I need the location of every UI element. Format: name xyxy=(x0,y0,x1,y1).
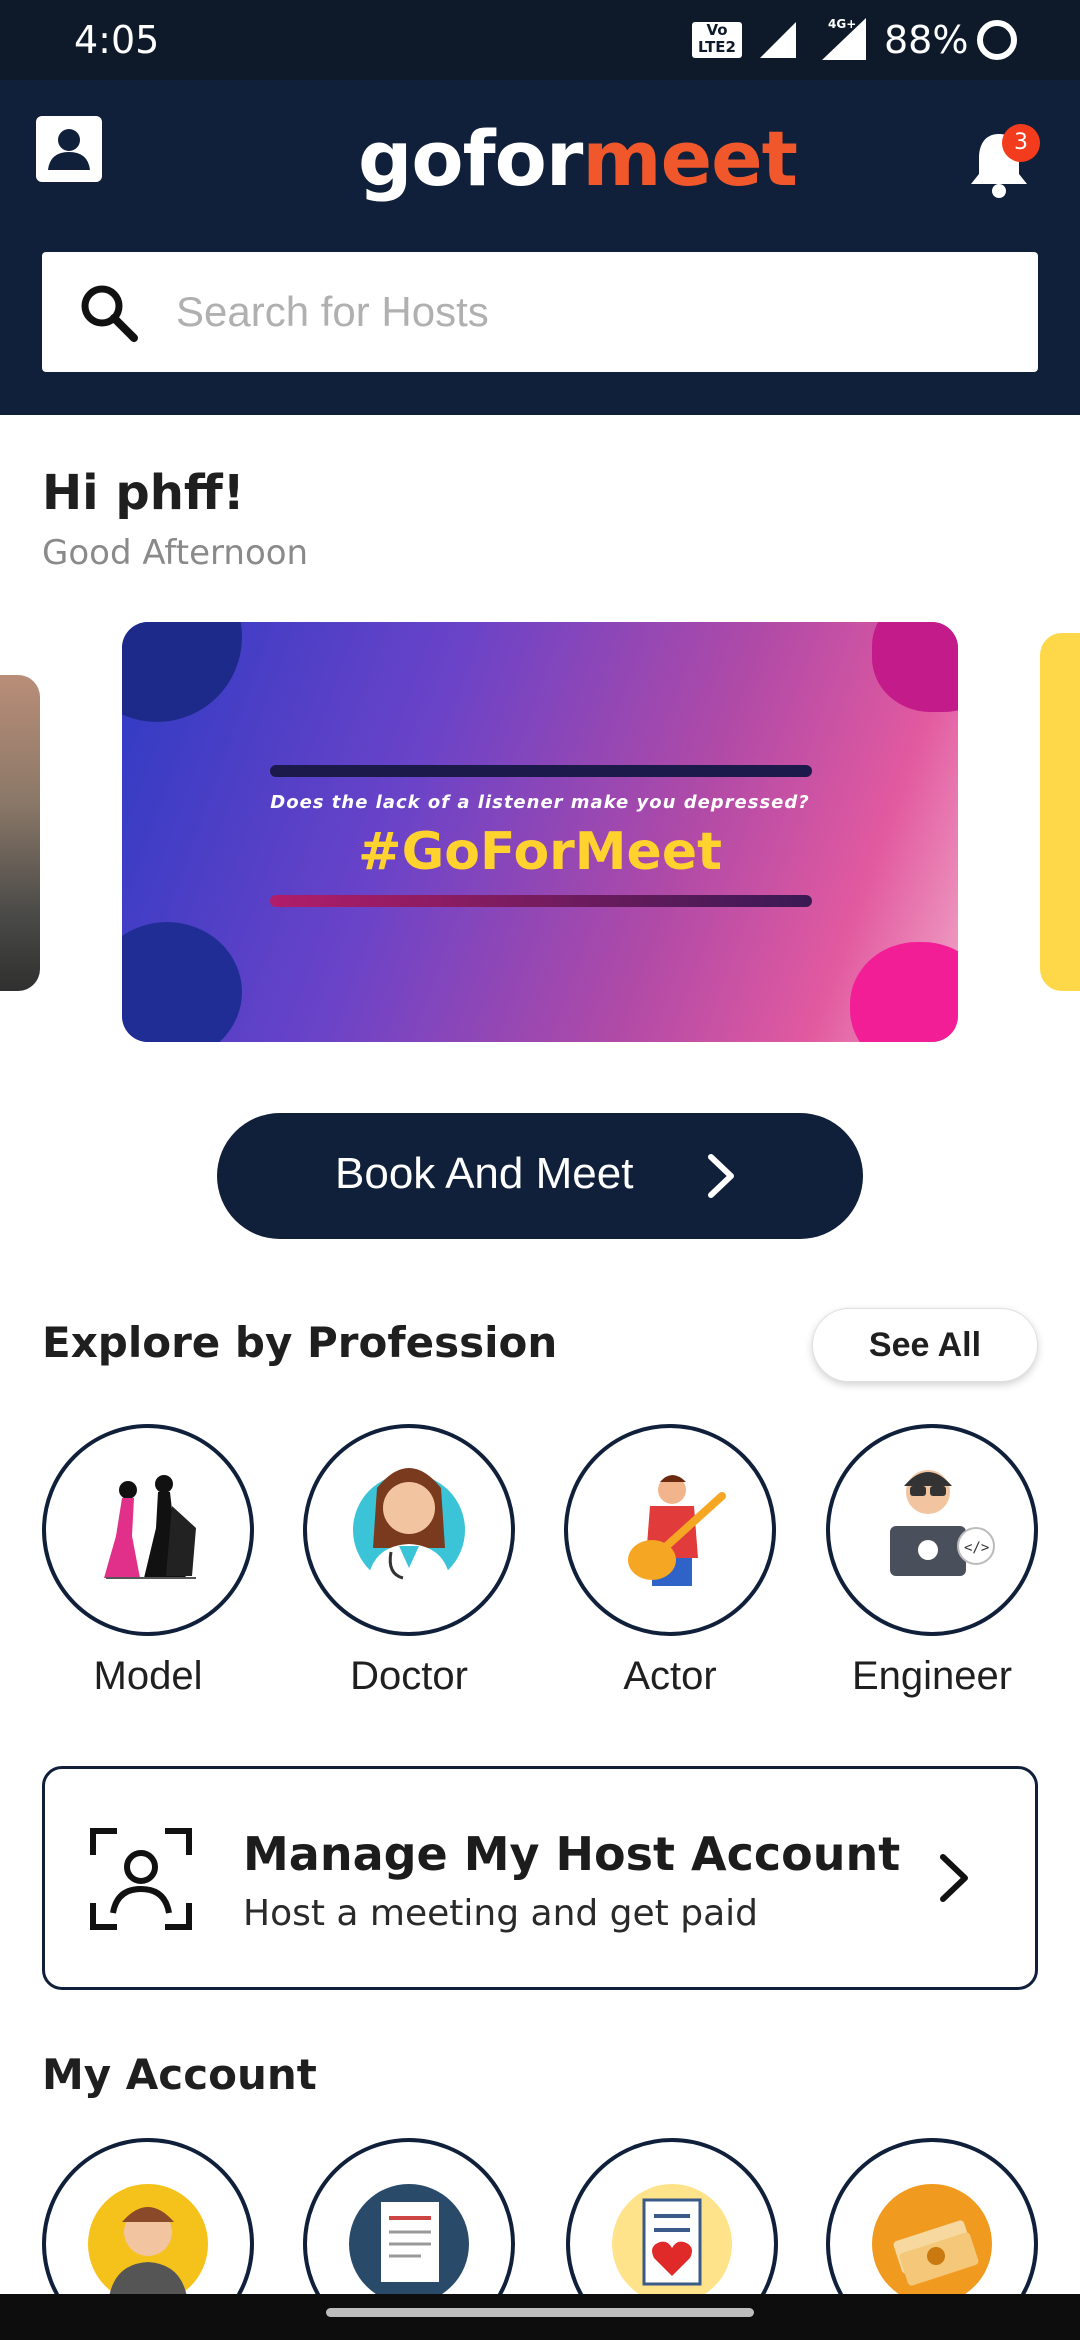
book-and-meet-label: Book And Meet xyxy=(335,1149,634,1198)
banner-decoration xyxy=(872,622,958,712)
home-gesture-handle[interactable] xyxy=(326,2308,754,2317)
see-all-button[interactable]: See All xyxy=(812,1308,1038,1382)
notifications-button[interactable]: 3 xyxy=(964,124,1040,200)
host-card-title: Manage My Host Account xyxy=(243,1827,901,1881)
chevron-right-icon xyxy=(708,1154,734,1198)
profession-label: Doctor xyxy=(350,1654,468,1698)
search-input[interactable] xyxy=(176,272,996,352)
system-nav-bar xyxy=(0,2294,1080,2340)
banner-tagline: Does the lack of a listener make you dep… xyxy=(270,792,810,813)
profession-label: Model xyxy=(93,1654,203,1698)
banner-divider xyxy=(270,895,812,907)
banner-decoration xyxy=(122,922,242,1042)
app-logo: goformeet xyxy=(358,114,798,203)
profession-label: Engineer xyxy=(851,1654,1013,1698)
profession-doctor[interactable]: Doctor xyxy=(303,1424,515,1699)
carousel-prev-card[interactable] xyxy=(0,675,40,991)
banner-decoration xyxy=(850,942,958,1042)
host-card-description: Host a meeting and get paid xyxy=(243,1893,759,1934)
status-time: 4:05 xyxy=(74,18,160,62)
logo-gofor: gofor xyxy=(358,114,583,203)
notification-badge: 3 xyxy=(1002,124,1040,162)
carousel-next-card[interactable] xyxy=(1040,633,1080,991)
profession-actor[interactable]: Actor xyxy=(564,1424,776,1699)
explore-title: Explore by Profession xyxy=(42,1318,558,1367)
my-account-title: My Account xyxy=(42,2050,317,2099)
chevron-right-icon xyxy=(940,1854,968,1902)
model-icon xyxy=(42,1424,254,1636)
profession-engineer[interactable]: </> Engineer xyxy=(826,1424,1038,1699)
status-bar: 4:05 Vo LTE2 4G+ 88% xyxy=(0,0,1080,80)
profession-model[interactable]: Model xyxy=(42,1424,254,1699)
svg-text:</>: </> xyxy=(964,1540,989,1556)
profile-icon[interactable] xyxy=(36,116,102,182)
greeting-subtitle: Good Afternoon xyxy=(42,533,309,573)
actor-icon xyxy=(564,1424,776,1636)
greeting-title: Hi phff! xyxy=(42,465,245,521)
manage-host-account-card[interactable]: Manage My Host Account Host a meeting an… xyxy=(42,1766,1038,1990)
book-and-meet-button[interactable]: Book And Meet xyxy=(217,1113,863,1239)
banner-hashtag: #GoForMeet xyxy=(358,822,722,882)
battery-percent: 88% xyxy=(884,18,969,62)
search-bar[interactable] xyxy=(42,252,1038,372)
banner-decoration xyxy=(122,622,242,722)
app-header: goformeet 3 xyxy=(0,80,1080,415)
logo-meet: meet xyxy=(582,114,798,203)
search-icon xyxy=(81,285,138,342)
doctor-icon xyxy=(303,1424,515,1636)
signal-icon xyxy=(760,22,796,58)
promo-banner[interactable]: Does the lack of a listener make you dep… xyxy=(122,622,958,1042)
svg-text:4G+: 4G+ xyxy=(828,17,856,31)
banner-divider xyxy=(270,765,812,777)
battery-icon xyxy=(977,20,1017,60)
volte-icon: Vo LTE2 xyxy=(692,22,742,58)
signal-4g-icon: 4G+ xyxy=(822,17,866,60)
profession-label: Actor xyxy=(623,1654,717,1698)
engineer-icon: </> xyxy=(826,1424,1038,1636)
face-scan-icon xyxy=(90,1828,192,1930)
